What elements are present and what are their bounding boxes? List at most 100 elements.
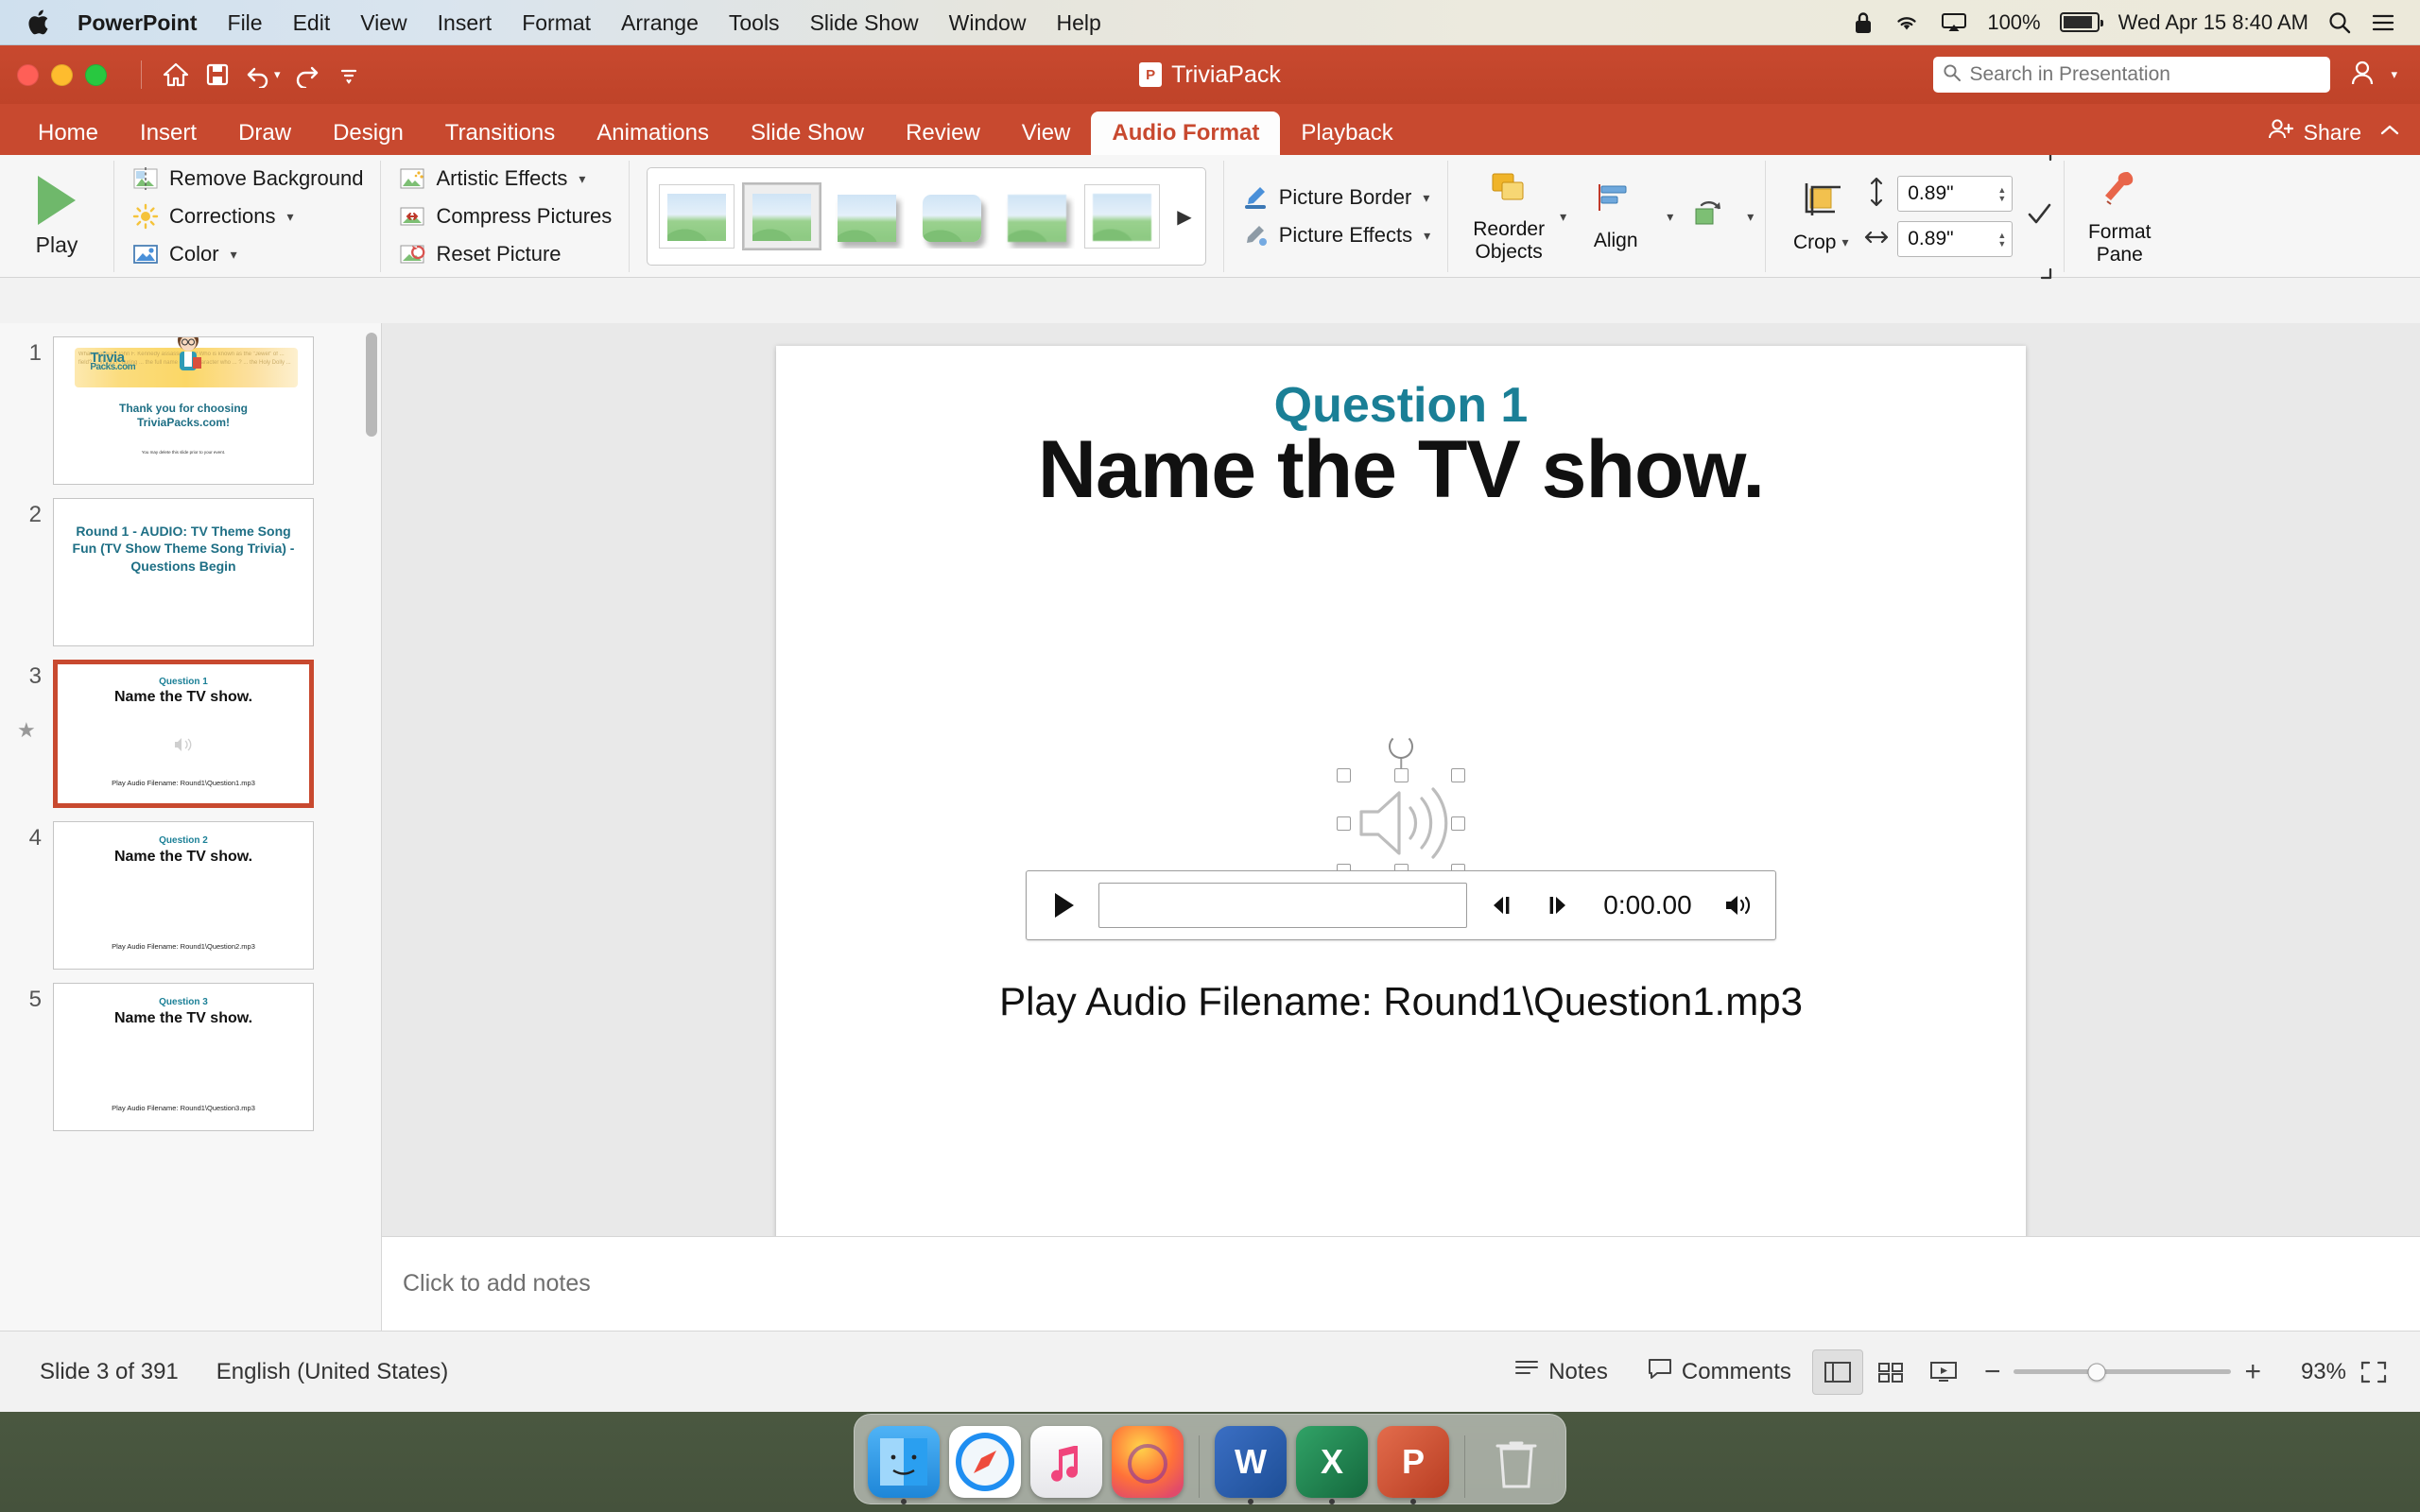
audio-play-button[interactable] xyxy=(1044,891,1083,919)
dock-trash-icon[interactable] xyxy=(1480,1426,1552,1498)
menu-tools[interactable]: Tools xyxy=(714,0,795,45)
chevron-down-icon[interactable]: ▾ xyxy=(1560,209,1566,225)
slide-sorter-view-button[interactable] xyxy=(1865,1349,1916,1395)
lock-icon[interactable] xyxy=(1853,10,1874,35)
zoom-out-button[interactable]: − xyxy=(1984,1356,2001,1388)
color-button[interactable]: Color ▾ xyxy=(126,238,369,270)
thumbnail-row-3[interactable]: 3 ★ Question 1 Name the TV show. Play Au… xyxy=(0,646,381,808)
wifi-icon[interactable] xyxy=(1893,11,1921,34)
audio-object-selected[interactable] xyxy=(1344,776,1458,870)
undo-dropdown-caret-icon[interactable]: ▾ xyxy=(274,67,281,82)
normal-view-button[interactable] xyxy=(1812,1349,1863,1395)
tab-view[interactable]: View xyxy=(1001,112,1092,155)
dock-excel-icon[interactable]: X xyxy=(1296,1426,1368,1498)
menu-view[interactable]: View xyxy=(345,0,422,45)
fit-slide-icon[interactable] xyxy=(2348,1349,2399,1395)
chevron-down-icon[interactable]: ▾ xyxy=(1423,190,1429,206)
menu-window[interactable]: Window xyxy=(934,0,1042,45)
picture-style-2[interactable] xyxy=(744,184,820,249)
tab-audio-format[interactable]: Audio Format xyxy=(1091,112,1280,155)
thumbnail-row-2[interactable]: 2 Round 1 - AUDIO: TV Theme Song Fun (TV… xyxy=(0,485,381,646)
search-in-presentation[interactable] xyxy=(1933,57,2330,93)
save-icon[interactable] xyxy=(197,54,238,95)
audio-step-back-button[interactable] xyxy=(1482,893,1522,918)
customize-toolbar-icon[interactable] xyxy=(328,54,370,95)
audio-progress-track[interactable] xyxy=(1098,883,1467,928)
spotlight-search-icon[interactable] xyxy=(2327,10,2352,35)
control-center-icon[interactable] xyxy=(2371,11,2395,34)
reset-picture-button[interactable]: Reset Picture xyxy=(392,238,617,270)
zoom-knob[interactable] xyxy=(2087,1363,2105,1381)
zoom-in-button[interactable]: + xyxy=(2244,1356,2261,1388)
current-slide[interactable]: Question 1 Name the TV show. xyxy=(776,346,2026,1291)
menu-edit[interactable]: Edit xyxy=(278,0,346,45)
share-button[interactable]: Share xyxy=(2268,117,2361,147)
selection-handle-tl[interactable] xyxy=(1337,768,1351,782)
slide-thumbnail-3[interactable]: Question 1 Name the TV show. Play Audio … xyxy=(53,660,314,808)
slide-filename-text[interactable]: Play Audio Filename: Round1\Question1.mp… xyxy=(776,979,2026,1024)
align-button[interactable]: Align xyxy=(1566,163,1665,269)
slide-thumbnail-2[interactable]: Round 1 - AUDIO: TV Theme Song Fun (TV S… xyxy=(53,498,314,646)
battery-icon[interactable] xyxy=(2060,12,2100,32)
chevron-down-icon[interactable]: ▾ xyxy=(286,209,293,225)
selection-handle-tc[interactable] xyxy=(1394,768,1409,782)
zoom-level[interactable]: 93% xyxy=(2276,1359,2346,1385)
search-input[interactable] xyxy=(1969,63,2321,86)
close-window-button[interactable] xyxy=(17,64,39,86)
minimize-window-button[interactable] xyxy=(51,64,73,86)
tab-insert[interactable]: Insert xyxy=(119,112,217,155)
selection-handle-ml[interactable] xyxy=(1337,816,1351,831)
tab-home[interactable]: Home xyxy=(17,112,119,155)
picture-style-3[interactable] xyxy=(829,184,905,249)
audio-volume-button[interactable] xyxy=(1719,892,1758,919)
menu-insert[interactable]: Insert xyxy=(423,0,508,45)
gallery-more-icon[interactable]: ▶ xyxy=(1169,205,1199,229)
slideshow-view-button[interactable] xyxy=(1918,1349,1969,1395)
slide-thumbnail-pane[interactable]: 1 What year was John F. Kennedy assassin… xyxy=(0,323,382,1331)
tab-review[interactable]: Review xyxy=(885,112,1001,155)
chevron-down-icon[interactable]: ▾ xyxy=(1747,209,1754,225)
thumbnail-row-5[interactable]: 5 Question 3 Name the TV show. Play Audi… xyxy=(0,970,381,1131)
width-stepper[interactable]: ▲▼ xyxy=(1997,232,2006,248)
artistic-effects-button[interactable]: Artistic Effects ▾ xyxy=(392,163,617,195)
corrections-button[interactable]: Corrections ▾ xyxy=(126,200,369,232)
crop-to-fit-icon[interactable] xyxy=(2026,253,2052,284)
slide-thumbnail-4[interactable]: Question 2 Name the TV show. Play Audio … xyxy=(53,821,314,970)
dock-firefox-icon[interactable] xyxy=(1112,1426,1184,1498)
thumbnail-row-4[interactable]: 4 Question 2 Name the TV show. Play Audi… xyxy=(0,808,381,970)
tab-slide-show[interactable]: Slide Show xyxy=(730,112,885,155)
shape-height-input[interactable]: 0.89" ▲▼ xyxy=(1897,176,2013,212)
play-audio-button[interactable]: Play xyxy=(11,163,102,269)
account-icon[interactable] xyxy=(2349,58,2381,93)
aspect-ratio-lock-checkbox[interactable] xyxy=(2026,201,2052,232)
selection-handle-tr[interactable] xyxy=(1451,768,1465,782)
menu-format[interactable]: Format xyxy=(507,0,606,45)
notes-toggle-button[interactable]: Notes xyxy=(1495,1358,1627,1385)
chevron-down-icon[interactable]: ▾ xyxy=(1424,228,1430,244)
dock-finder-icon[interactable] xyxy=(868,1426,940,1498)
format-pane-button[interactable]: Format Pane xyxy=(2076,163,2163,269)
animation-star-icon[interactable]: ★ xyxy=(17,718,36,743)
home-icon[interactable] xyxy=(155,54,197,95)
slide-question-title[interactable]: Name the TV show. xyxy=(776,423,2026,517)
audio-step-forward-button[interactable] xyxy=(1537,893,1577,918)
picture-style-5[interactable] xyxy=(999,184,1075,249)
tab-playback[interactable]: Playback xyxy=(1280,112,1413,155)
picture-style-6[interactable] xyxy=(1084,184,1160,249)
picture-styles-gallery[interactable]: ▶ xyxy=(647,167,1205,266)
chevron-down-icon[interactable]: ▾ xyxy=(579,171,585,187)
menu-slide-show[interactable]: Slide Show xyxy=(795,0,934,45)
dock-itunes-icon[interactable] xyxy=(1030,1426,1102,1498)
notes-pane[interactable]: Click to add notes xyxy=(382,1236,2420,1331)
chevron-down-icon[interactable]: ▾ xyxy=(231,247,237,263)
tab-draw[interactable]: Draw xyxy=(217,112,312,155)
height-stepper[interactable]: ▲▼ xyxy=(1997,186,2006,202)
dock-safari-icon[interactable] xyxy=(949,1426,1021,1498)
airplay-icon[interactable] xyxy=(1940,11,1968,34)
picture-style-4[interactable] xyxy=(914,184,990,249)
shape-width-input[interactable]: 0.89" ▲▼ xyxy=(1897,221,2013,257)
menu-file[interactable]: File xyxy=(213,0,278,45)
menu-powerpoint[interactable]: PowerPoint xyxy=(74,0,213,45)
apple-logo-icon[interactable] xyxy=(28,9,53,37)
rotate-handle[interactable] xyxy=(1389,734,1413,759)
